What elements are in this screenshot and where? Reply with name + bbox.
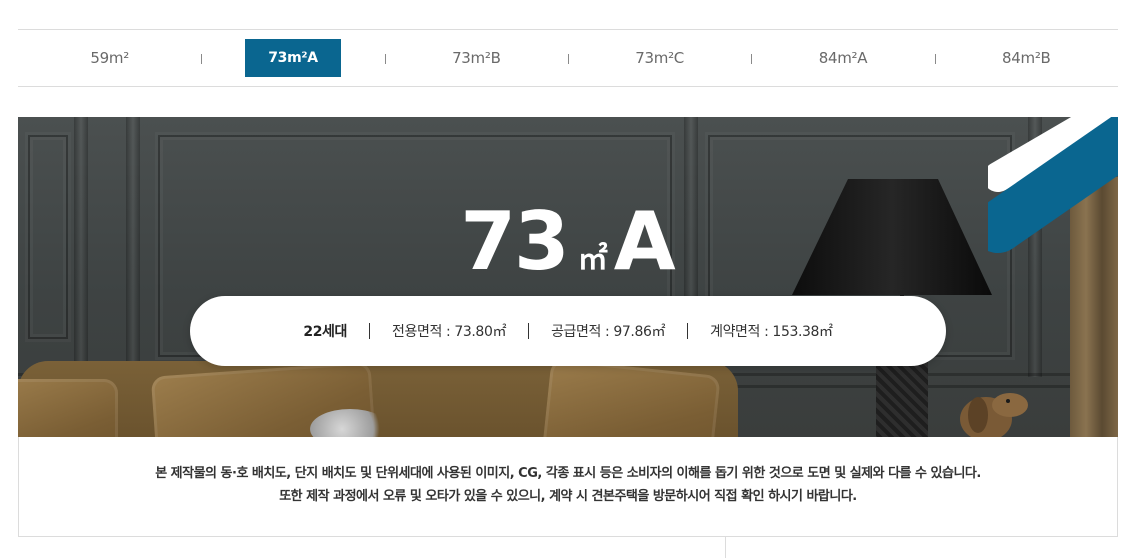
contract-area: 계약면적 : 153.38㎡ xyxy=(710,324,833,340)
tab-label: 73m²C xyxy=(635,49,684,67)
disclaimer-line-1: 본 제작물의 동·호 배치도, 단지 배치도 및 단위세대에 사용된 이미지, … xyxy=(155,466,981,481)
unit-info-pill: 22세대 전용면적 : 73.80㎡ 공급면적 : 97.86㎡ 계약면적 : … xyxy=(190,296,946,366)
exclusive-area: 전용면적 : 73.80㎡ xyxy=(392,324,507,340)
tab-label: 59m² xyxy=(90,49,129,67)
lamp-base xyxy=(876,357,928,437)
title-letter: A xyxy=(613,195,676,288)
disclaimer-notice: 본 제작물의 동·호 배치도, 단지 배치도 및 단위세대에 사용된 이미지, … xyxy=(18,437,1118,537)
tab-label: 73m²B xyxy=(452,49,501,67)
info-divider xyxy=(369,323,371,339)
info-divider xyxy=(687,323,689,339)
hero-banner: 73 ㎡A 22세대 전용면적 : 73.80㎡ 공급면적 : 97.86㎡ 계약… xyxy=(18,117,1118,437)
households-count: 22세대 xyxy=(303,324,348,340)
unit-type-tabs: 59m² 73m²A 73m²B 73m²C 84m²A 84m²B xyxy=(18,29,1118,87)
tab-label: 84m²A xyxy=(818,49,868,67)
title-unit: ㎡ xyxy=(577,242,608,277)
unit-type-page: 59m² 73m²A 73m²B 73m²C 84m²A 84m²B 73 ㎡A… xyxy=(0,0,1141,558)
unit-type-title: 73 ㎡A xyxy=(18,195,1118,288)
tab-73m2c[interactable]: 73m²C xyxy=(567,30,751,86)
tab-59m2[interactable]: 59m² xyxy=(18,30,201,86)
tab-73m2b[interactable]: 73m²B xyxy=(384,30,568,86)
tab-84m2a[interactable]: 84m²A xyxy=(751,30,934,86)
tab-label: 73m²A xyxy=(244,39,341,77)
supply-area: 공급면적 : 97.86㎡ xyxy=(551,324,666,340)
tab-73m2a[interactable]: 73m²A xyxy=(201,30,384,86)
tab-84m2b[interactable]: 84m²B xyxy=(934,30,1118,86)
bottom-divider xyxy=(725,537,726,558)
tab-label: 84m²B xyxy=(1002,49,1051,67)
info-divider xyxy=(528,323,530,339)
title-number: 73 xyxy=(460,195,569,288)
disclaimer-line-2: 또한 제작 과정에서 오류 및 오타가 있을 수 있으니, 계약 시 견본주택을… xyxy=(279,489,857,504)
sofa-cushion xyxy=(18,379,118,437)
dog-figurine-icon xyxy=(960,393,1028,437)
